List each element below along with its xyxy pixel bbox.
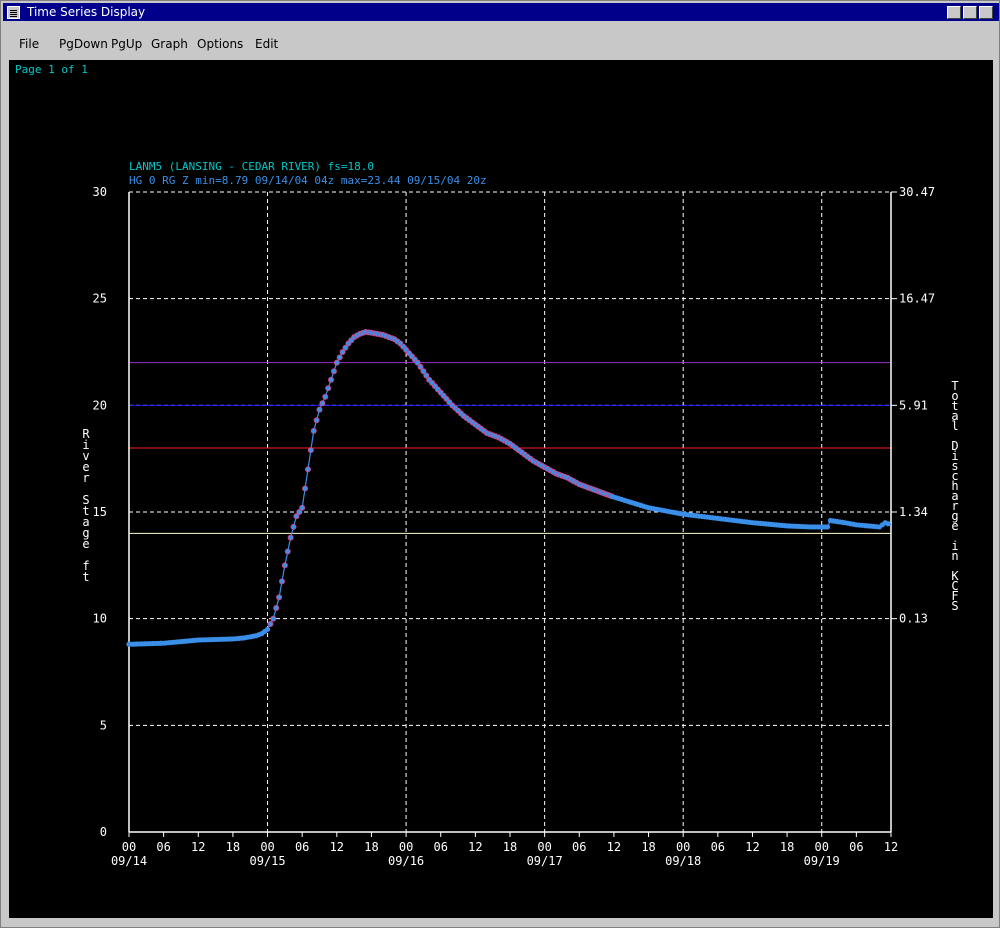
- menu-graph[interactable]: Graph: [151, 37, 188, 51]
- x-tick-label: 06: [434, 840, 448, 854]
- x-tick-label: 12: [468, 840, 482, 854]
- x-tick-label: 18: [780, 840, 794, 854]
- x-tick-label: 18: [641, 840, 655, 854]
- y2-axis-title-char: l: [951, 419, 958, 433]
- time-series-chart: Page 1 of 1 LANM5 (LANSING - CEDAR RIVER…: [15, 63, 959, 868]
- y-axis-title-char: e: [82, 537, 89, 551]
- maximize-icon[interactable]: [963, 6, 977, 19]
- data-point: [310, 427, 317, 434]
- x-date-label: 09/19: [804, 854, 840, 868]
- data-point: [307, 447, 314, 454]
- data-point: [302, 485, 309, 492]
- y2-tick-label: 1.34: [899, 505, 928, 519]
- y2-tick-label: 16.47: [899, 292, 935, 306]
- y2-tick-label: 30.47: [899, 185, 935, 199]
- x-tick-label: 00: [676, 840, 690, 854]
- window-menu-icon[interactable]: [7, 6, 20, 19]
- y-tick-label: 5: [100, 718, 107, 732]
- data-point: [330, 368, 337, 375]
- chart-header-station: LANM5 (LANSING - CEDAR RIVER) fs=18.0: [129, 160, 374, 173]
- data-point: [333, 359, 340, 366]
- x-tick-label: 12: [745, 840, 759, 854]
- data-point: [267, 621, 274, 628]
- data-point: [273, 605, 280, 612]
- data-point: [319, 400, 326, 407]
- data-point: [299, 504, 306, 511]
- application-window: Time Series Display File PgDown PgUp Gra…: [0, 0, 1000, 928]
- y-tick-label: 25: [93, 292, 107, 306]
- data-point: [325, 385, 332, 392]
- y-tick-label: 0: [100, 825, 107, 839]
- y2-axis-title-char: S: [951, 599, 958, 613]
- menu-options[interactable]: Options: [197, 37, 243, 51]
- data-point: [270, 615, 277, 622]
- data-point: [304, 466, 311, 473]
- window-title: Time Series Display: [27, 5, 146, 19]
- y2-axis-title-char: n: [951, 549, 958, 563]
- data-point: [276, 594, 283, 601]
- chart-header-stats: HG 0 RG Z min=8.79 09/14/04 04z max=23.4…: [129, 174, 487, 187]
- title-bar[interactable]: Time Series Display: [3, 3, 999, 21]
- y-axis-title-char: t: [82, 570, 89, 584]
- data-point: [287, 534, 294, 541]
- menu-pgdown[interactable]: PgDown: [59, 37, 108, 51]
- x-tick-label: 12: [330, 840, 344, 854]
- x-tick-label: 00: [815, 840, 829, 854]
- menu-edit[interactable]: Edit: [255, 37, 278, 51]
- y2-tick-label: 5.91: [899, 398, 928, 412]
- x-tick-label: 06: [156, 840, 170, 854]
- menu-file[interactable]: File: [19, 37, 39, 51]
- x-date-label: 09/16: [388, 854, 424, 868]
- x-tick-label: 06: [295, 840, 309, 854]
- x-date-label: 09/15: [249, 854, 285, 868]
- y2-tick-label: 0.13: [899, 612, 928, 626]
- y2-axis-title-char: e: [951, 519, 958, 533]
- x-tick-label: 06: [849, 840, 863, 854]
- minimize-icon[interactable]: [947, 6, 961, 19]
- menu-pgup[interactable]: PgUp: [111, 37, 142, 51]
- x-tick-label: 06: [711, 840, 725, 854]
- x-tick-label: 12: [884, 840, 898, 854]
- data-point: [322, 393, 329, 400]
- data-point: [824, 524, 831, 530]
- data-point: [281, 562, 288, 569]
- x-tick-label: 18: [503, 840, 517, 854]
- graph-canvas[interactable]: Page 1 of 1 LANM5 (LANSING - CEDAR RIVER…: [9, 60, 993, 918]
- x-tick-label: 12: [607, 840, 621, 854]
- y-tick-label: 15: [93, 505, 107, 519]
- x-date-label: 09/17: [527, 854, 563, 868]
- data-point: [316, 406, 323, 413]
- data-point: [328, 376, 335, 383]
- x-tick-label: 00: [122, 840, 136, 854]
- x-tick-label: 00: [399, 840, 413, 854]
- data-point: [290, 523, 297, 530]
- data-point: [264, 626, 271, 632]
- page-label: Page 1 of 1: [15, 63, 88, 76]
- x-tick-label: 18: [226, 840, 240, 854]
- data-point: [336, 354, 343, 361]
- data-point: [313, 417, 320, 424]
- data-point: [284, 548, 291, 555]
- data-point: [885, 521, 891, 527]
- x-tick-label: 06: [572, 840, 586, 854]
- menu-bar: File PgDown PgUp Graph Options Edit: [5, 31, 997, 57]
- x-tick-label: 00: [537, 840, 551, 854]
- x-tick-label: 18: [364, 840, 378, 854]
- x-tick-label: 00: [260, 840, 274, 854]
- x-tick-label: 12: [191, 840, 205, 854]
- x-date-label: 09/18: [665, 854, 701, 868]
- y-axis-title-char: r: [82, 471, 89, 485]
- x-date-label: 09/14: [111, 854, 147, 868]
- y-tick-label: 10: [93, 612, 107, 626]
- y-tick-label: 30: [93, 185, 107, 199]
- y-tick-label: 20: [93, 398, 107, 412]
- series-line: [128, 331, 892, 645]
- data-point: [278, 578, 285, 585]
- close-icon[interactable]: [979, 6, 993, 19]
